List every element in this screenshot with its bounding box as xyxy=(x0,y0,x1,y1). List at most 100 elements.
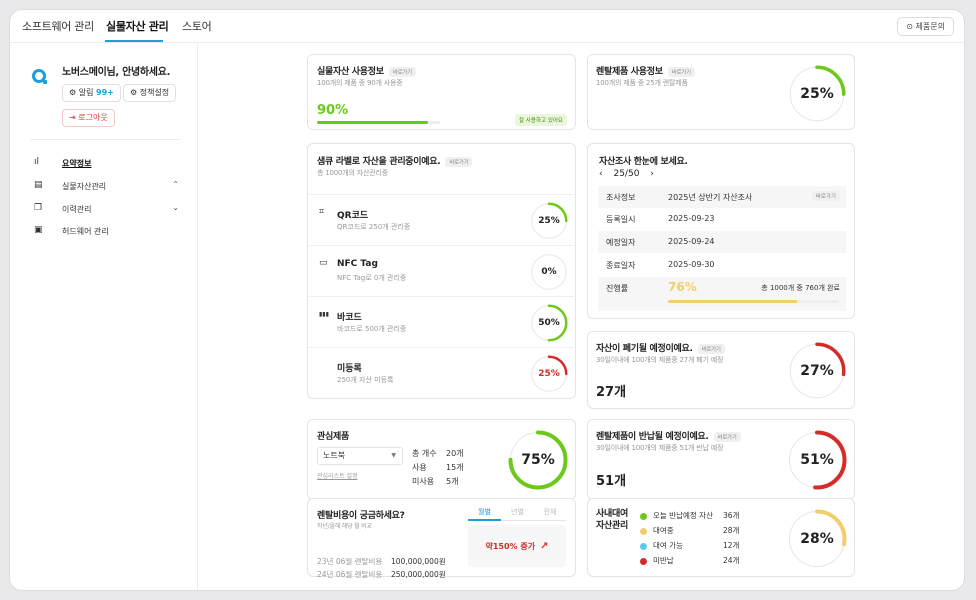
row-value: 2025-09-23 xyxy=(668,214,715,223)
card-subtitle: 30일이내에 100개의 제품중 27개 폐기 예정 xyxy=(596,356,724,364)
shortcut-pill[interactable]: 바로가기 xyxy=(388,66,416,77)
logout-button[interactable]: ⇥ 로그아웃 xyxy=(62,109,115,127)
survey-row: 종료일자 2025-09-30 xyxy=(598,254,846,276)
favorite-list-settings-link[interactable]: 관심리스트 설정 xyxy=(317,471,358,480)
legend-dot xyxy=(640,512,647,520)
app-window: 소프트웨어 관리 실물자산 관리 스토어 ⊙ 제품문의 노버스메이님, 안녕하세… xyxy=(10,10,964,590)
tab-all[interactable]: 전체 xyxy=(534,507,566,517)
chevron-right-icon[interactable]: › xyxy=(650,169,654,179)
sidebar-item-history[interactable]: ❐ 이력관리 ⌄ xyxy=(34,203,179,217)
usage-percent: 90% xyxy=(317,103,349,118)
card-title: 렌탈제품이 반납될 예정이예요. 바로가기 xyxy=(596,429,741,442)
unregistered-ring: 25% xyxy=(530,355,568,393)
inquiry-button[interactable]: ⊙ 제품문의 xyxy=(897,17,954,36)
alarm-button[interactable]: ⚙ 알림 99+ xyxy=(62,84,121,102)
ring-percent-label: 50% xyxy=(538,318,560,328)
shortcut-pill[interactable]: 바로가기 xyxy=(811,191,840,201)
shortcut-pill[interactable]: 바로가기 xyxy=(713,431,741,442)
rental-cost-card: 렌탈비용이 궁금하세요? 작년/올해 해당 월 비교 23년 06월 렌탈비용 1… xyxy=(307,498,576,579)
row-name: 바코드 xyxy=(337,313,362,323)
ring-percent-label: 28% xyxy=(800,531,834,547)
row-subtitle: NFC Tag로 0개 관리중 xyxy=(337,274,407,282)
trending-up-icon: ↗ xyxy=(540,540,549,552)
shortcut-pill[interactable]: 바로가기 xyxy=(667,66,695,77)
card-subtitle: 총 1000개의 자산관리중 xyxy=(317,169,388,177)
barcode-icon: ▮▮▮ xyxy=(319,311,329,318)
row-name: 미등록 xyxy=(337,364,362,374)
survey-row: 조사정보 2025년 상반기 자산조사 바로가기 xyxy=(598,186,846,208)
stat-value: 20개 xyxy=(446,449,464,458)
stat-value: 15개 xyxy=(446,463,464,472)
list-item-nfc[interactable]: ▭ NFC Tag NFC Tag로 0개 관리중 0% xyxy=(308,245,576,296)
card-subtitle: 작년/올해 해당 월 비교 xyxy=(317,523,372,530)
ring-percent-label: 51% xyxy=(800,452,834,468)
card-title: 실물자산 사용정보 바로가기 xyxy=(317,64,416,77)
list-item-qr[interactable]: ⌗ QR코드 QR코드로 250개 관리중 25% xyxy=(308,194,576,245)
policy-settings-button[interactable]: ⚙ 정책설정 xyxy=(123,84,177,102)
tab-yearly[interactable]: 년별 xyxy=(501,507,534,517)
tab-monthly[interactable]: 월별 xyxy=(468,507,501,521)
survey-progress-fill xyxy=(668,300,798,303)
list-item-barcode[interactable]: ▮▮▮ 바코드 바코드로 500개 관리중 50% xyxy=(308,296,576,347)
card-title: 사내대여 자산관리 xyxy=(596,508,628,532)
card-title: 샘큐 라벨로 자산을 관리중이예요. 바로가기 xyxy=(317,154,473,167)
shortcut-pill[interactable]: 바로가기 xyxy=(697,343,725,354)
row-subtitle: 250개 자산 미등록 xyxy=(337,376,394,384)
sidebar-item-label: 이력관리 xyxy=(62,205,92,214)
logout-icon: ⇥ xyxy=(69,113,76,122)
survey-pager: ‹ 25/50 › xyxy=(599,169,654,179)
greeting-text: 노버스메이님, 안녕하세요. xyxy=(62,67,171,78)
internal-loan-ring: 28% xyxy=(787,509,847,569)
row-key: 등록일시 xyxy=(606,215,636,224)
barcode-ring: 50% xyxy=(530,304,568,342)
chevron-left-icon[interactable]: ‹ xyxy=(599,169,603,179)
row-key: 예정일자 xyxy=(606,238,636,247)
legend-label: 오늘 반납예정 자산 xyxy=(653,511,713,520)
usage-progress-track xyxy=(317,121,440,124)
legend-value: 28개 xyxy=(723,526,740,535)
card-title-text: 렌탈제품 사용정보 xyxy=(596,67,663,77)
period-tabs: 월별 년별 전체 xyxy=(468,507,566,521)
qr-code-icon: ⌗ xyxy=(319,207,325,217)
shortcut-pill[interactable]: 바로가기 xyxy=(445,156,473,167)
title-line-1: 사내대여 xyxy=(596,509,628,519)
ring-percent-label: 75% xyxy=(521,452,555,468)
stat-key: 미사용 xyxy=(412,477,435,486)
alarm-label: 알림 xyxy=(78,88,94,97)
survey-row: 등록일시 2025-09-23 xyxy=(598,208,846,230)
usage-progress-fill xyxy=(317,121,428,124)
survey-card: 자산조사 한눈에 보세요. ‹ 25/50 › 조사정보 2025년 상반기 자… xyxy=(587,143,855,319)
sidebar-item-summary[interactable]: ıl 요약정보 xyxy=(34,157,179,171)
sidebar-item-label: 허드웨어 관리 xyxy=(62,227,109,236)
logo-icon xyxy=(32,69,47,84)
favorite-ring: 75% xyxy=(508,430,568,490)
inquiry-label: 제품문의 xyxy=(915,22,945,31)
row-key: 진행률 xyxy=(606,284,629,293)
card-subtitle: 100개의 제품 중 25개 렌탈제품 xyxy=(596,79,688,87)
settings-icon: ⚙ xyxy=(130,88,138,97)
stat-key: 총 개수 xyxy=(412,449,437,458)
sidebar: 노버스메이님, 안녕하세요. ⚙ 알림 99+ ⚙ 정책설정 ⇥ 로그아웃 ıl… xyxy=(10,43,198,590)
tab-store[interactable]: 스토어 xyxy=(182,18,212,34)
document-icon: ▤ xyxy=(34,180,43,190)
help-icon: ⊙ xyxy=(906,22,913,31)
rental-return-ring: 51% xyxy=(787,430,847,490)
sidebar-item-hardware[interactable]: ▣ 허드웨어 관리 xyxy=(34,225,179,239)
list-item-unregistered[interactable]: 미등록 250개 자산 미등록 25% xyxy=(308,347,576,398)
rental-cost-rows: 23년 06월 렌탈비용 100,000,000원 24년 06월 렌탈비용 250… xyxy=(317,555,446,581)
legend-value: 36개 xyxy=(723,511,740,520)
tab-physical-assets[interactable]: 실물자산 관리 xyxy=(106,18,169,34)
message-icon: ▣ xyxy=(34,225,43,235)
chevron-up-icon: ⌃ xyxy=(172,180,179,189)
card-title-text: 자산이 폐기될 예정이예요. xyxy=(596,344,693,354)
sidebar-item-asset-management[interactable]: ▤ 실물자산관리 ⌃ xyxy=(34,180,179,194)
sidebar-item-label: 요약정보 xyxy=(62,159,92,168)
card-title-text: 실물자산 사용정보 xyxy=(317,67,384,77)
row-subtitle: 바코드로 500개 관리중 xyxy=(337,325,407,333)
tab-software[interactable]: 소프트웨어 관리 xyxy=(22,18,94,34)
stat-key: 사용 xyxy=(412,463,427,472)
sidebar-divider xyxy=(30,139,180,140)
favorite-select[interactable]: 노트북 ▼ xyxy=(317,447,403,465)
disposal-card: 자산이 폐기될 예정이예요. 바로가기 30일이내에 100개의 제품중 27개 … xyxy=(587,331,855,409)
policy-label: 정책설정 xyxy=(139,88,170,97)
